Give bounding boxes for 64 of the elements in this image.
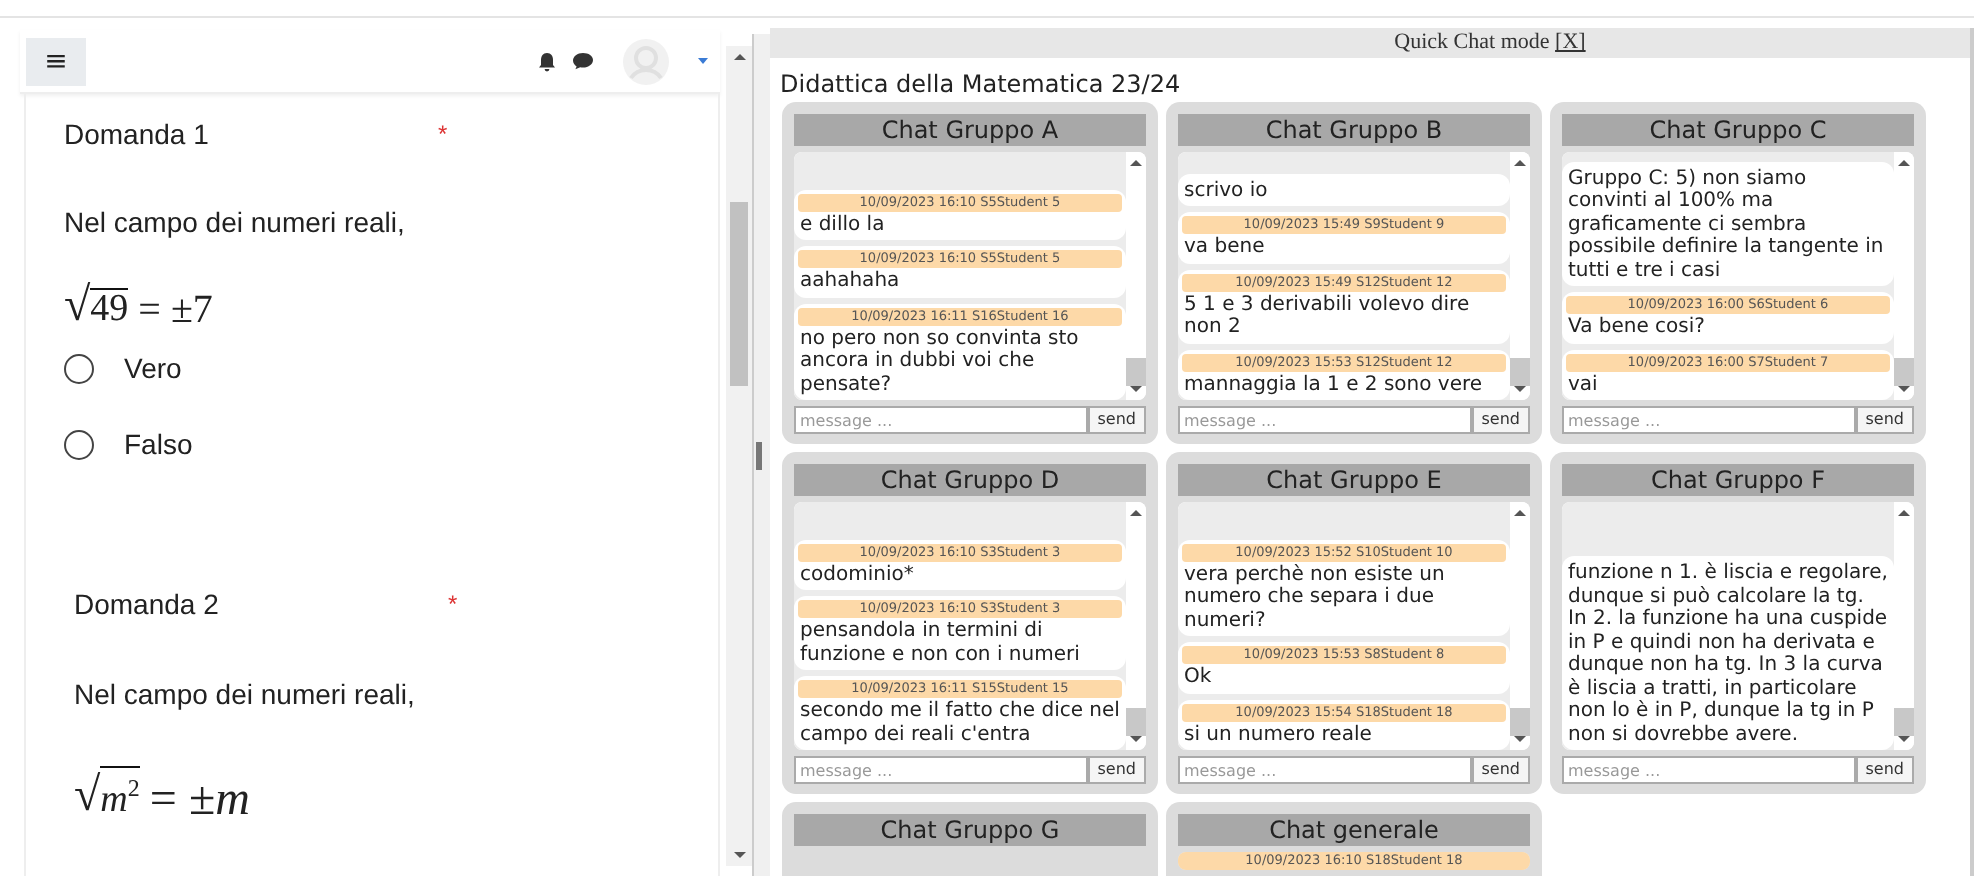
chat-bubble-icon[interactable]: [572, 52, 595, 70]
message-input[interactable]: message ...: [1178, 406, 1472, 434]
message-text: pensandola in termini di funzione e non con i numeri: [798, 618, 1082, 666]
radio-button[interactable]: [64, 353, 94, 383]
question-title: Domanda 2: [74, 588, 221, 620]
message-text: mannaggia la 1 e 2 sono vere: [1182, 371, 1485, 396]
chat-title: Chat Gruppo D: [794, 464, 1146, 496]
message-text: secondo me il fatto che dice nel campo dei reali c'entra: [798, 698, 1122, 746]
chat-title: Chat Gruppo E: [1178, 464, 1530, 496]
scrollbar[interactable]: [1126, 502, 1146, 750]
send-button[interactable]: send: [1087, 756, 1146, 784]
chat-title: Chat generale: [1178, 814, 1530, 846]
chat-title: Chat Gruppo G: [794, 814, 1146, 846]
message-input[interactable]: message ...: [1562, 406, 1856, 434]
question-text: Nel campo dei numeri reali,: [64, 206, 407, 238]
message-text: si un numero reale: [1182, 721, 1374, 746]
send-button[interactable]: send: [1855, 406, 1914, 434]
bell-icon[interactable]: [538, 51, 557, 71]
message-input[interactable]: message ...: [794, 406, 1088, 434]
message-text: va bene: [1182, 234, 1267, 259]
message-text: 5 1 e 3 derivabili volevo dire non 2: [1182, 291, 1472, 339]
math-formula: √m$^{2}$ = ±m: [74, 766, 252, 821]
message-text: aahahaha: [798, 268, 902, 293]
menu-button[interactable]: ≡: [26, 37, 86, 85]
scrollbar[interactable]: [726, 46, 752, 866]
message-text: Gruppo C: 5) non siamo convinti al 100% ma graficamente ci sembra possibile definire la tangente in tutti e tre i casi: [1566, 165, 1886, 282]
message-text: Va bene cosi?: [1566, 314, 1707, 339]
message-text: vai: [1566, 371, 1600, 396]
message-text: codominio*: [798, 561, 916, 586]
question-title: Domanda 1: [64, 118, 211, 150]
required-mark: *: [448, 590, 458, 618]
scrollbar[interactable]: [1126, 152, 1146, 400]
chat-title: Chat Gruppo C: [1562, 114, 1914, 146]
message-input[interactable]: message ...: [1562, 756, 1856, 784]
scrollbar[interactable]: [1510, 152, 1530, 400]
scrollbar[interactable]: [1894, 502, 1914, 750]
quick-chat-label: Quick Chat mode: [1394, 30, 1552, 54]
message-text: e dillo la: [798, 211, 887, 236]
caret-icon[interactable]: [698, 58, 709, 64]
scrollbar[interactable]: [1510, 502, 1530, 750]
send-button[interactable]: send: [1855, 756, 1914, 784]
math-formula: √49 = ±7: [64, 282, 215, 330]
chat-title: Chat Gruppo F: [1562, 464, 1914, 496]
close-link[interactable]: [X]: [1555, 30, 1586, 54]
send-button[interactable]: send: [1471, 756, 1530, 784]
message-text: funzione n 1. è liscia e regolare, dunque si può calcolare la tg. In 2. la funzione ha una cuspide in P e quindi non ha derivata e dunque non ha tg. In 3 la curva è liscia a tratti, in particolare non lo è in P, dunque la tg in P non si dovrebbe avere.: [1566, 560, 1890, 746]
scrollbar[interactable]: [1894, 152, 1914, 400]
avatar-icon[interactable]: [622, 37, 671, 85]
message-input[interactable]: message ...: [794, 756, 1088, 784]
message-input[interactable]: message ...: [1178, 756, 1472, 784]
message-text: scrivo io: [1182, 177, 1270, 202]
chat-title: Chat Gruppo B: [1178, 114, 1530, 146]
required-mark: *: [438, 120, 448, 148]
option-label: Falso: [124, 428, 193, 460]
course-title: Didattica della Matematica 23/24: [780, 70, 1183, 98]
send-button[interactable]: send: [1087, 406, 1146, 434]
option-label: Vero: [124, 352, 182, 384]
message-text: no pero non so convinta sto ancora in dubbi voi che pensate?: [798, 325, 1081, 396]
send-button[interactable]: send: [1471, 406, 1530, 434]
chat-title: Chat Gruppo A: [794, 114, 1146, 146]
message-text: Ok: [1182, 664, 1214, 689]
question-text: Nel campo dei numeri reali,: [74, 678, 417, 710]
radio-button[interactable]: [64, 429, 94, 459]
message-text: vera perchè non esiste un numero che separa i due numeri?: [1182, 561, 1447, 632]
